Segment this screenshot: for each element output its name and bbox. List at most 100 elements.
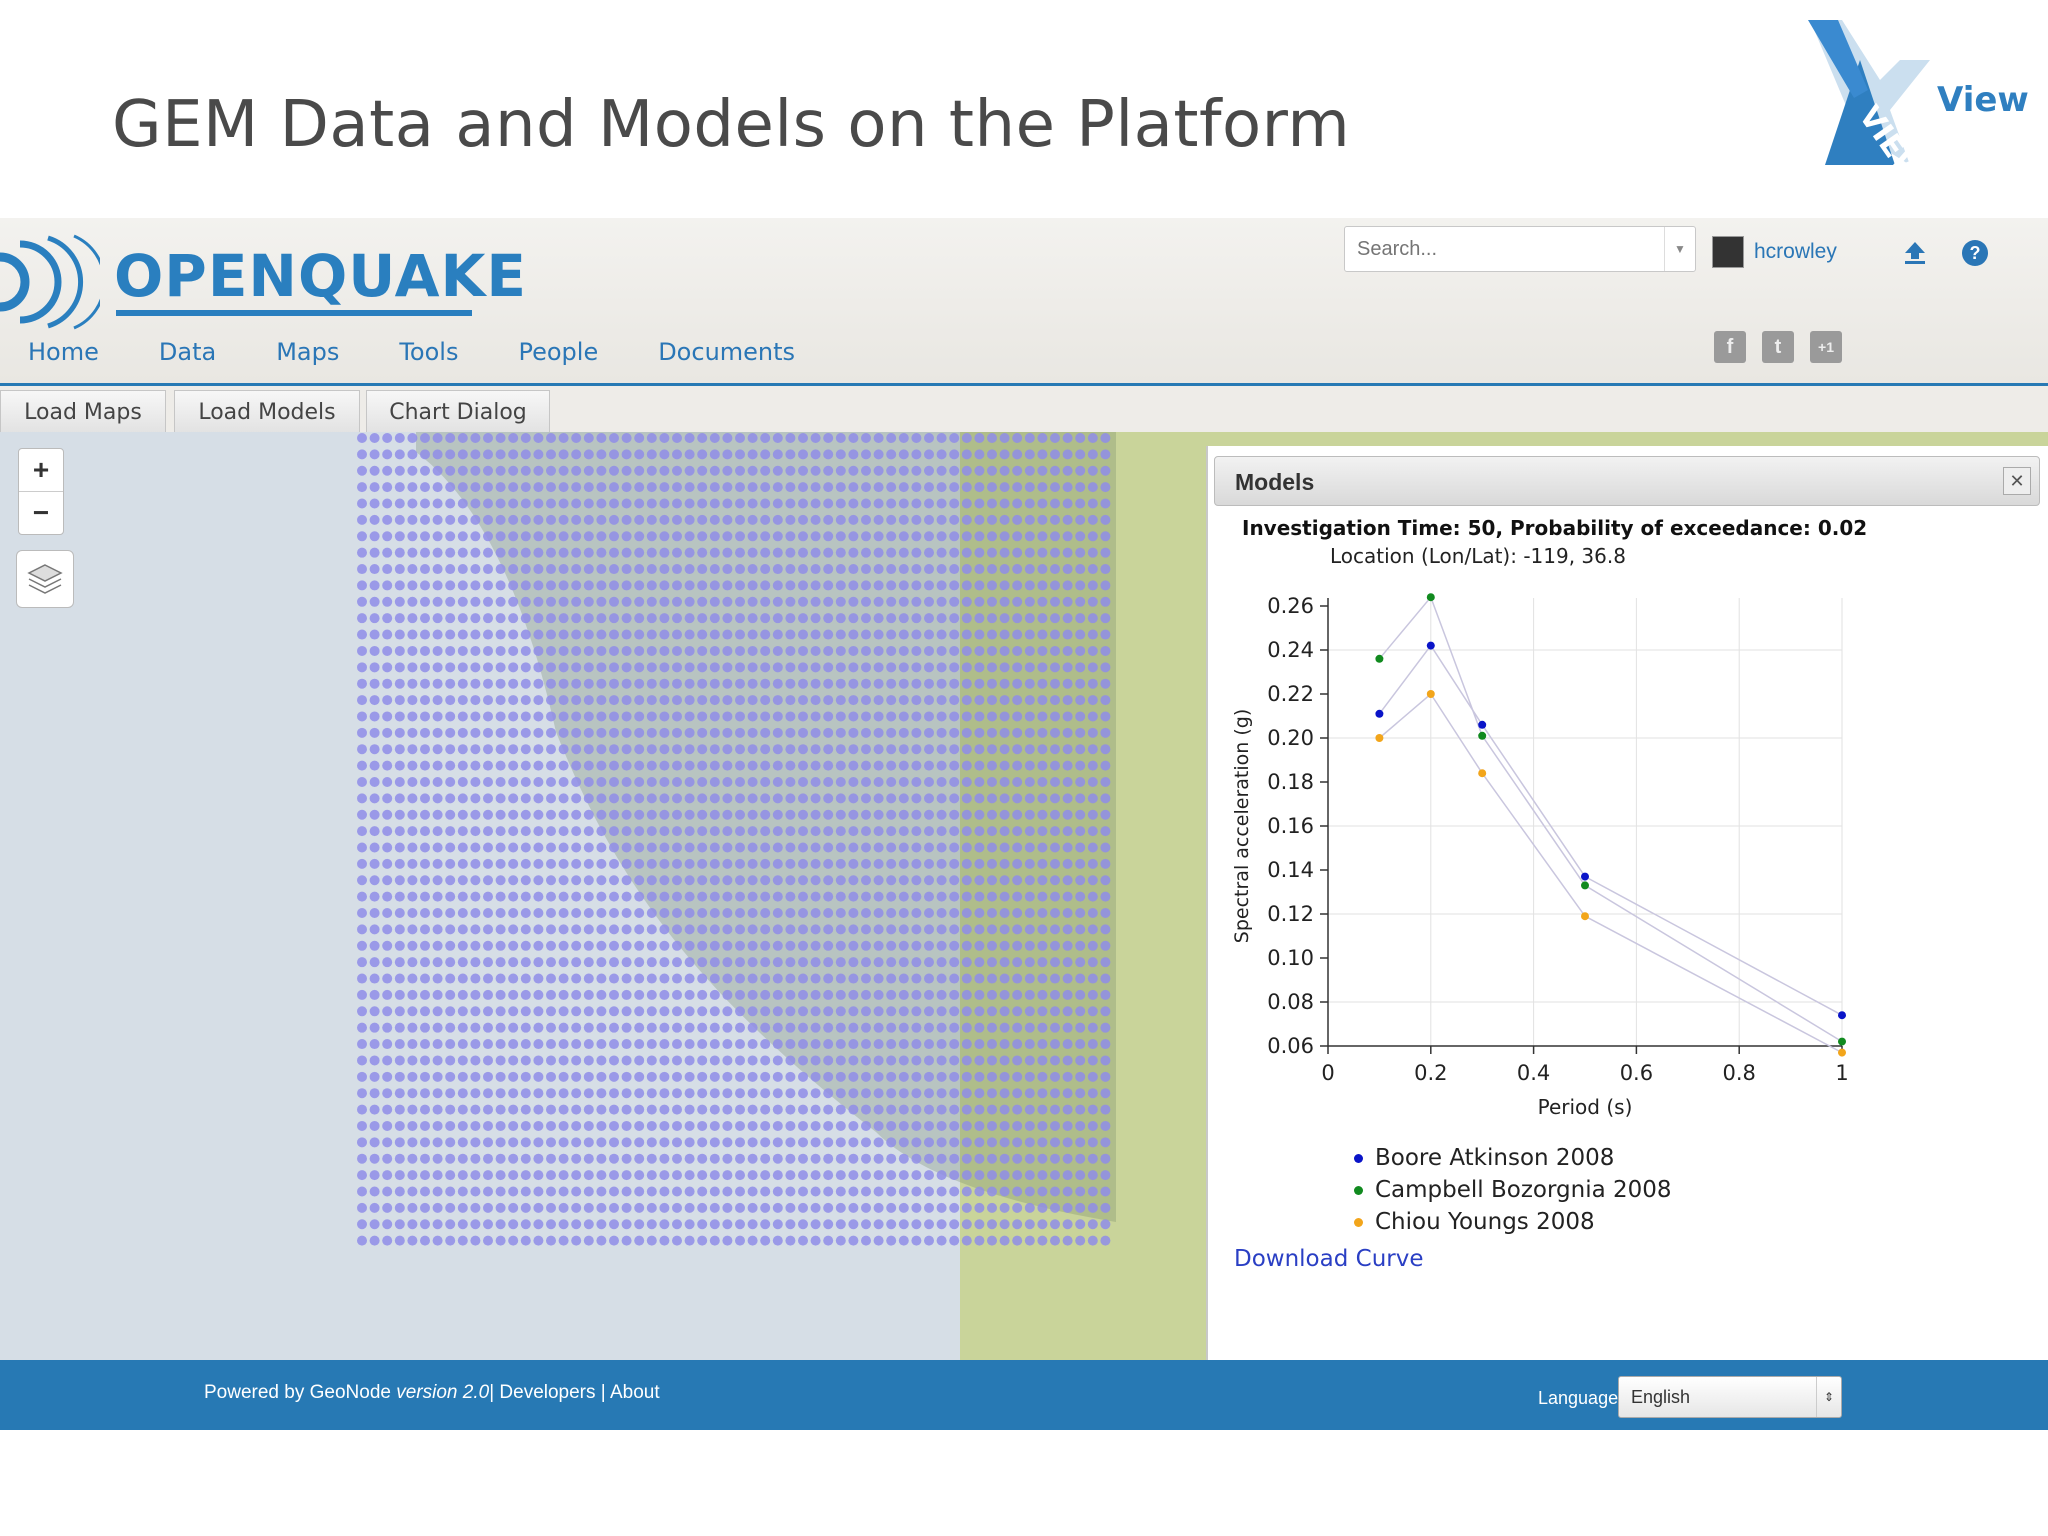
grid-point[interactable]: [583, 678, 594, 689]
grid-point[interactable]: [1062, 908, 1073, 919]
grid-point[interactable]: [1075, 1219, 1086, 1230]
grid-point[interactable]: [1087, 744, 1098, 755]
grid-point[interactable]: [596, 908, 607, 919]
grid-point[interactable]: [697, 465, 708, 476]
grid-point[interactable]: [735, 1039, 745, 1050]
grid-point[interactable]: [1050, 1071, 1060, 1082]
grid-point[interactable]: [357, 629, 367, 640]
grid-point[interactable]: [672, 1202, 682, 1213]
grid-point[interactable]: [596, 449, 607, 460]
grid-point[interactable]: [722, 1071, 733, 1082]
grid-point[interactable]: [533, 547, 544, 558]
grid-point[interactable]: [722, 776, 733, 787]
grid-point[interactable]: [495, 1186, 506, 1197]
grid-point[interactable]: [760, 695, 771, 706]
grid-point[interactable]: [546, 858, 556, 869]
grid-point[interactable]: [911, 662, 922, 673]
grid-point[interactable]: [785, 891, 796, 902]
grid-point[interactable]: [369, 957, 380, 968]
grid-point[interactable]: [684, 695, 695, 706]
grid-point[interactable]: [709, 678, 720, 689]
grid-point[interactable]: [911, 842, 922, 853]
grid-point[interactable]: [873, 1022, 884, 1033]
grid-point[interactable]: [1050, 1055, 1060, 1066]
grid-point[interactable]: [760, 1235, 771, 1246]
grid-point[interactable]: [646, 1153, 657, 1164]
grid-point[interactable]: [508, 744, 519, 755]
grid-point[interactable]: [583, 531, 594, 542]
grid-point[interactable]: [974, 482, 985, 493]
grid-point[interactable]: [407, 1104, 418, 1115]
grid-point[interactable]: [735, 711, 745, 722]
grid-point[interactable]: [936, 1006, 947, 1017]
grid-point[interactable]: [672, 1071, 682, 1082]
grid-point[interactable]: [785, 842, 796, 853]
grid-point[interactable]: [810, 645, 821, 656]
grid-point[interactable]: [760, 891, 771, 902]
grid-point[interactable]: [520, 1104, 531, 1115]
grid-point[interactable]: [1062, 1088, 1073, 1099]
grid-point[interactable]: [735, 1219, 745, 1230]
grid-point[interactable]: [861, 449, 871, 460]
grid-point[interactable]: [457, 547, 468, 558]
grid-point[interactable]: [999, 1104, 1010, 1115]
grid-point[interactable]: [457, 1186, 468, 1197]
grid-point[interactable]: [520, 809, 531, 820]
grid-point[interactable]: [987, 1235, 997, 1246]
grid-point[interactable]: [760, 793, 771, 804]
grid-point[interactable]: [1100, 1170, 1111, 1181]
grid-point[interactable]: [382, 858, 393, 869]
grid-point[interactable]: [407, 1088, 418, 1099]
grid-point[interactable]: [546, 547, 556, 558]
grid-point[interactable]: [709, 940, 720, 951]
grid-point[interactable]: [697, 875, 708, 886]
grid-point[interactable]: [420, 842, 430, 853]
grid-point[interactable]: [470, 727, 481, 738]
grid-point[interactable]: [495, 776, 506, 787]
grid-point[interactable]: [735, 858, 745, 869]
grid-point[interactable]: [1012, 1071, 1023, 1082]
grid-point[interactable]: [911, 1022, 922, 1033]
grid-point[interactable]: [848, 1186, 859, 1197]
grid-point[interactable]: [420, 449, 430, 460]
grid-point[interactable]: [936, 613, 947, 624]
grid-point[interactable]: [571, 1219, 582, 1230]
grid-point[interactable]: [445, 678, 456, 689]
grid-point[interactable]: [558, 433, 569, 443]
grid-point[interactable]: [407, 793, 418, 804]
grid-point[interactable]: [508, 1022, 519, 1033]
grid-point[interactable]: [1037, 842, 1048, 853]
grid-point[interactable]: [621, 678, 632, 689]
grid-point[interactable]: [583, 695, 594, 706]
grid-point[interactable]: [1075, 1104, 1086, 1115]
grid-point[interactable]: [949, 711, 960, 722]
grid-point[interactable]: [1100, 875, 1111, 886]
grid-point[interactable]: [722, 613, 733, 624]
grid-point[interactable]: [596, 482, 607, 493]
grid-point[interactable]: [924, 1202, 934, 1213]
grid-point[interactable]: [394, 1120, 405, 1131]
grid-point[interactable]: [407, 711, 418, 722]
grid-point[interactable]: [420, 1235, 430, 1246]
grid-point[interactable]: [646, 645, 657, 656]
grid-point[interactable]: [672, 580, 682, 591]
grid-point[interactable]: [999, 809, 1010, 820]
grid-point[interactable]: [1012, 1055, 1023, 1066]
grid-point[interactable]: [735, 776, 745, 787]
grid-point[interactable]: [394, 1006, 405, 1017]
grid-point[interactable]: [445, 1022, 456, 1033]
grid-point[interactable]: [533, 809, 544, 820]
grid-point[interactable]: [369, 580, 380, 591]
grid-point[interactable]: [1012, 1219, 1023, 1230]
grid-point[interactable]: [798, 809, 808, 820]
grid-point[interactable]: [407, 580, 418, 591]
grid-point[interactable]: [961, 433, 972, 443]
grid-point[interactable]: [936, 465, 947, 476]
grid-point[interactable]: [974, 547, 985, 558]
grid-point[interactable]: [470, 875, 481, 886]
grid-point[interactable]: [382, 613, 393, 624]
grid-point[interactable]: [609, 989, 619, 1000]
grid-point[interactable]: [1037, 695, 1048, 706]
grid-point[interactable]: [823, 760, 834, 771]
grid-point[interactable]: [961, 727, 972, 738]
